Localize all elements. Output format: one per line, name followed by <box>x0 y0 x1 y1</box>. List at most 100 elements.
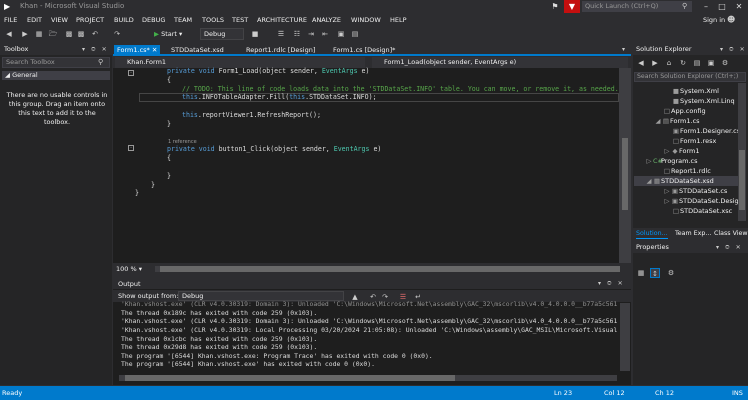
tab-form1-cs-design[interactable]: Form1.cs [Design]* <box>330 45 398 55</box>
properties-icon[interactable]: ⚙ <box>720 58 730 68</box>
solution-search-input[interactable]: Search Solution Explorer (Ctrl+;) <box>634 72 746 82</box>
sync-icon[interactable]: ↻ <box>678 58 688 68</box>
scrollbar-thumb[interactable] <box>160 266 620 272</box>
code-line: } <box>151 181 155 189</box>
toolbox-window-buttons[interactable]: ▾ ⎊ ✕ <box>82 45 109 54</box>
redo-icon[interactable]: ↷ <box>112 29 122 39</box>
home-icon[interactable]: ⌂ <box>664 58 674 68</box>
output-title: Output <box>118 280 141 288</box>
close-button[interactable]: ✕ <box>732 0 746 13</box>
save-icon[interactable]: ▩ <box>64 29 74 39</box>
tree-item[interactable]: □App.config <box>663 106 706 116</box>
format-icon[interactable]: ☷ <box>292 29 302 39</box>
sign-in-link[interactable]: Sign in <box>703 15 725 25</box>
property-pages-icon[interactable]: ⚙ <box>666 268 676 278</box>
collapse-arrow-icon[interactable]: ◢ <box>645 176 653 186</box>
tab-team-explorer[interactable]: Team Exp... <box>675 229 711 238</box>
show-all-files-icon[interactable]: ▣ <box>706 58 716 68</box>
tree-item[interactable]: ■System.Xml.Linq <box>672 96 735 106</box>
tab-stddataset-xsd[interactable]: STDDataSet.xsd <box>168 45 227 55</box>
feedback-filter-icon[interactable]: ▼ <box>564 0 580 13</box>
csharp-file-icon: ▣ <box>671 187 679 195</box>
comment-icon[interactable]: ▤ <box>350 29 360 39</box>
tree-item[interactable]: □Report1.rdlc <box>663 166 711 176</box>
tree-item[interactable]: ▷ ▣STDDataSet.Design <box>663 196 743 206</box>
collapse-arrow-icon[interactable]: ◢ <box>654 116 662 126</box>
solution-explorer-window-buttons[interactable]: ▾ ⎊ ✕ <box>720 45 747 54</box>
expand-arrow-icon[interactable]: ▷ <box>663 196 671 206</box>
menu-view[interactable]: VIEW <box>51 15 68 25</box>
toolbar-tool-icon[interactable]: ■ <box>250 29 260 39</box>
save-all-icon[interactable]: ▩ <box>76 29 86 39</box>
menu-build[interactable]: BUILD <box>114 15 134 25</box>
zoom-level[interactable]: 100 % ▾ <box>116 265 142 274</box>
alphabetical-icon[interactable]: ↕ <box>650 268 660 278</box>
tab-solution-explorer[interactable]: Solution... <box>636 229 668 239</box>
open-file-icon[interactable]: 🗁 <box>48 29 58 39</box>
tree-item[interactable]: □Form1.resx <box>672 136 716 146</box>
menu-edit[interactable]: EDIT <box>27 15 42 25</box>
new-project-icon[interactable]: ▦ <box>34 29 44 39</box>
output-vertical-scrollbar[interactable] <box>620 303 630 371</box>
search-icon: ⚲ <box>98 58 104 66</box>
toolbox-search-input[interactable]: Search Toolbox <box>2 57 110 68</box>
back-icon[interactable]: ◀ <box>636 58 646 68</box>
tree-item[interactable]: ▷ ◆ Form1 <box>663 146 700 156</box>
solution-configuration-select[interactable]: Debug <box>200 28 244 40</box>
undo-icon[interactable]: ↶ <box>90 29 100 39</box>
expand-arrow-icon[interactable]: ▷ <box>645 156 653 166</box>
collapse-icon[interactable]: - <box>128 145 134 151</box>
menu-team[interactable]: TEAM <box>174 15 192 25</box>
menu-project[interactable]: PROJECT <box>76 15 104 25</box>
menu-tools[interactable]: TOOLS <box>202 15 224 25</box>
outdent-icon[interactable]: ⇤ <box>320 29 330 39</box>
tab-report1-rdlc-design[interactable]: Report1.rdlc [Design] <box>243 45 318 55</box>
forward-icon[interactable]: ▶ <box>20 29 30 39</box>
menu-file[interactable]: FILE <box>4 15 17 25</box>
scrollbar-thumb[interactable] <box>125 375 455 381</box>
close-icon[interactable]: ✕ <box>152 46 157 54</box>
align-icon[interactable]: ☰ <box>276 29 286 39</box>
tab-form1-cs[interactable]: Form1.cs* ✕ <box>114 45 161 55</box>
collapse-all-icon[interactable]: ▤ <box>692 58 702 68</box>
categorized-icon[interactable]: ▦ <box>636 268 646 278</box>
notifications-flag-icon[interactable]: ⚑ <box>550 1 560 12</box>
menu-debug[interactable]: DEBUG <box>142 15 165 25</box>
tree-item[interactable]: ▷ C#Program.cs <box>645 156 698 166</box>
tree-item[interactable]: ■System.Xml <box>672 86 719 96</box>
scrollbar-thumb[interactable] <box>739 150 745 210</box>
scrollbar-thumb[interactable] <box>622 138 628 210</box>
tree-item[interactable]: □STDDataSet.xsc <box>672 206 732 216</box>
expand-arrow-icon[interactable]: ▷ <box>663 186 671 196</box>
tree-item[interactable]: ◢ ▤Form1.cs <box>654 116 700 126</box>
expand-arrow-icon[interactable]: ▷ <box>663 146 671 156</box>
bookmark-icon[interactable]: ▣ <box>336 29 346 39</box>
menu-help[interactable]: HELP <box>390 15 407 25</box>
start-button[interactable]: ▶ Start ▾ <box>154 29 182 39</box>
toolbox-group-general[interactable]: ◢ General <box>2 71 110 80</box>
tree-item-selected[interactable]: ◢ ▦STDDataSet.xsd <box>634 176 738 186</box>
menu-test[interactable]: TEST <box>232 15 248 25</box>
collapse-icon[interactable]: - <box>128 70 134 76</box>
menu-analyze[interactable]: ANALYZE <box>312 15 341 25</box>
output-line: 'Khan.vshost.exe' (CLR v4.0.30319: Local… <box>121 326 618 334</box>
member-selector[interactable]: Form1_Load(object sender, EventArgs e) <box>372 57 628 68</box>
user-icon[interactable]: ☻ <box>727 15 735 25</box>
back-icon[interactable]: ◀ <box>4 29 14 39</box>
indent-icon[interactable]: ⇥ <box>306 29 316 39</box>
tab-overflow-icon[interactable]: ▾ <box>622 45 625 55</box>
output-window-buttons[interactable]: ▾ ⎊ ✕ <box>598 280 625 288</box>
maximize-button[interactable]: □ <box>715 0 729 13</box>
quick-launch-input[interactable]: Quick Launch (Ctrl+Q) <box>582 1 692 12</box>
tree-item[interactable]: ▷ ▣STDDataSet.cs <box>663 186 728 196</box>
start-label: Start <box>161 30 177 38</box>
menu-window[interactable]: WINDOW <box>351 15 381 25</box>
properties-window-buttons[interactable]: ▾ ⎊ ✕ <box>716 243 743 252</box>
tree-item[interactable]: ▣Form1.Designer.cs <box>672 126 740 136</box>
forward-icon[interactable]: ▶ <box>650 58 660 68</box>
tab-label: Form1.cs* <box>117 46 150 54</box>
minimize-button[interactable]: – <box>699 0 713 13</box>
tab-class-view[interactable]: Class View <box>714 229 748 238</box>
menu-architecture[interactable]: ARCHITECTURE <box>257 15 307 25</box>
tree-item-label: App.config <box>671 107 706 115</box>
